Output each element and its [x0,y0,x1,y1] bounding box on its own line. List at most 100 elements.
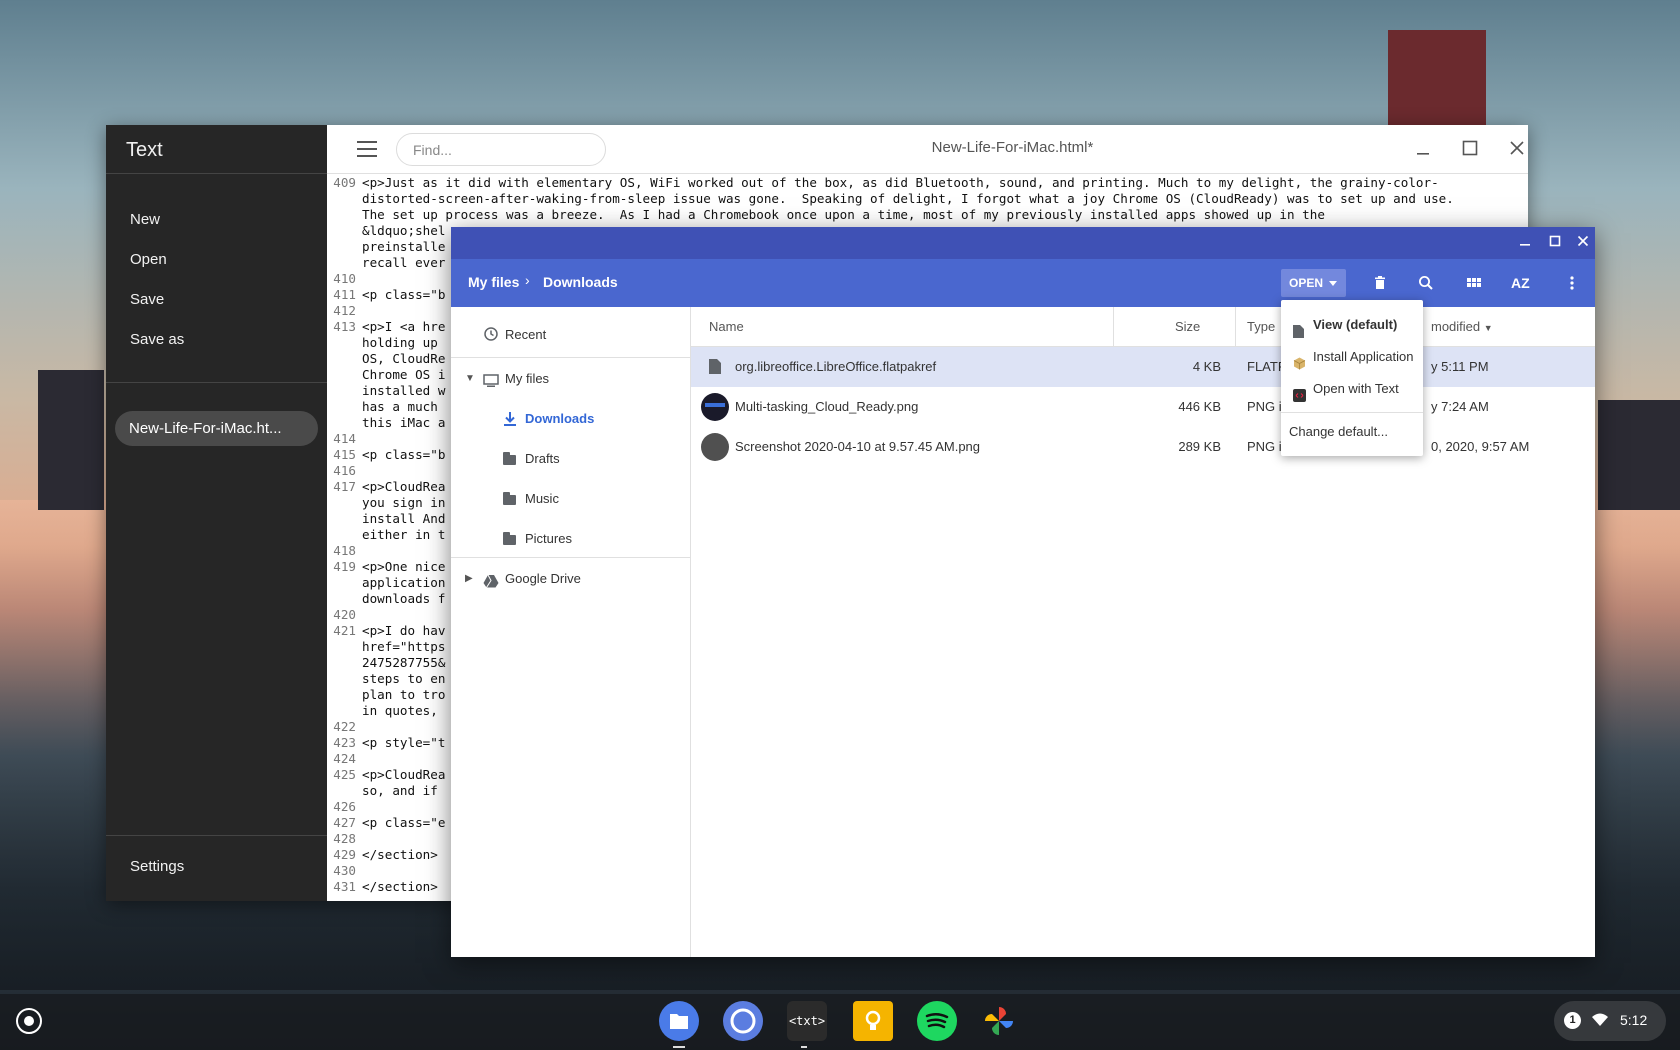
notification-count: 1 [1569,1014,1576,1026]
menu-save[interactable]: Save [106,280,327,320]
nav-divider [451,357,690,358]
delete-icon[interactable] [1369,272,1391,294]
files-titlebar [451,227,1595,259]
line-text: distorted-screen-after-waking-from-sleep… [362,191,1454,206]
grid-view-icon[interactable] [1463,272,1485,294]
menu-install-application[interactable]: Install Application [1281,342,1423,372]
line-number [327,255,362,271]
clock-icon [483,327,499,342]
line-text: <p class="b [362,447,446,462]
maximize-icon[interactable] [1456,135,1484,163]
files-icon[interactable] [659,1001,699,1041]
open-with-menu: View (default) Install Application Open … [1281,300,1423,456]
image-thumbnail [701,433,729,461]
column-name[interactable]: Name [709,319,744,334]
menu-change-default[interactable]: Change default... [1281,417,1423,447]
file-size: 4 KB [1192,359,1221,374]
line-text: <p class="b [362,287,446,302]
more-vert-icon[interactable] [1561,272,1583,294]
column-modified[interactable]: modified ▼ [1431,319,1493,334]
file-date: y 5:11 PM [1431,359,1489,374]
line-number [327,239,362,255]
running-indicator [801,1046,807,1048]
status-tray[interactable]: 1 5:12 [1554,1001,1666,1041]
expand-chevron-icon[interactable]: ▶ [465,567,473,591]
running-indicator [673,1046,685,1048]
computer-icon [483,372,499,396]
line-number: 415 [333,447,356,462]
line-number: 426 [333,799,356,814]
line-number [327,335,362,351]
column-divider[interactable] [1113,307,1114,347]
menu-view-default[interactable]: View (default) [1281,310,1423,340]
breadcrumb-downloads[interactable]: Downloads [543,274,618,290]
open-file-tab[interactable]: New-Life-For-iMac.ht... [115,411,318,446]
launcher-icon[interactable] [16,1008,42,1034]
line-number: 419 [333,559,356,574]
spotify-icon[interactable] [917,1001,957,1041]
menu-install-application-label: Install Application [1313,349,1414,364]
open-button[interactable]: OPEN [1281,269,1346,297]
sort-icon[interactable]: AZ [1511,272,1533,294]
line-text: &ldquo;shel [362,223,446,238]
line-text: in quotes, [362,703,446,718]
app-title: Text [106,125,327,174]
line-number: 431 [333,879,356,894]
notification-badge[interactable]: 1 [1564,1012,1581,1029]
keep-icon[interactable] [853,1001,893,1041]
file-row[interactable]: Multi-tasking_Cloud_Ready.png 446 KB PNG… [691,387,1595,427]
line-number: 413 [333,319,356,334]
find-input[interactable] [396,133,606,166]
file-name: org.libreoffice.LibreOffice.flatpakref [735,359,937,374]
folder-icon [503,532,516,545]
line-text: <p>CloudRea [362,479,446,494]
settings-button[interactable]: Settings [130,858,184,875]
file-list: Name Size Type modified ▼ org.libreoffic… [691,307,1595,957]
sort-label: AZ [1511,275,1530,291]
line-text: downloads f [362,591,446,606]
file-icon [1293,319,1305,338]
breadcrumb-my-files[interactable]: My files [468,274,519,290]
files-minimize-icon[interactable] [1513,231,1537,255]
file-row[interactable]: org.libreoffice.LibreOffice.flatpakref 4… [691,347,1595,387]
file-row[interactable]: Screenshot 2020-04-10 at 9.57.45 AM.png … [691,427,1595,467]
line-text: this iMac a [362,415,446,430]
line-text: you sign in [362,495,446,510]
files-maximize-icon[interactable] [1543,231,1567,255]
sidebar-divider [106,382,327,383]
hamburger-menu-icon[interactable] [357,141,377,157]
folder-icon [503,492,516,505]
line-number: 409 [333,175,356,190]
minimize-icon[interactable] [1409,135,1437,163]
line-text: </section> [362,847,438,862]
column-size[interactable]: Size [1175,319,1200,334]
line-text: plan to tro [362,687,446,702]
close-icon[interactable] [1503,135,1531,163]
text-app-glyph: <txt> [788,1014,826,1028]
menu-open[interactable]: Open [106,240,327,280]
line-text: has a much [362,399,446,414]
menu-new[interactable]: New [106,200,327,240]
line-number: 411 [333,287,356,302]
line-text: Chrome OS i [362,367,446,382]
text-icon[interactable]: <txt> [787,1001,827,1041]
text-menu: New Open Save Save as [106,174,327,360]
line-text: holding up [362,335,446,350]
nav-google-drive-label: Google Drive [505,571,581,586]
line-number [327,527,362,543]
menu-save-as[interactable]: Save as [106,320,327,360]
chromium-icon[interactable] [723,1001,763,1041]
breadcrumb-chevron-icon: › [525,272,530,288]
package-icon [1293,351,1306,370]
files-close-icon[interactable] [1571,231,1595,255]
column-type[interactable]: Type [1247,319,1275,334]
column-divider[interactable] [1235,307,1236,347]
line-number: 418 [333,543,356,558]
line-text: steps to en [362,671,446,686]
line-number [327,495,362,511]
expand-chevron-icon[interactable]: ▼ [465,367,475,391]
menu-open-with-text[interactable]: Open with Text [1281,374,1423,404]
photos-icon[interactable] [979,1001,1019,1041]
search-icon[interactable] [1415,272,1437,294]
line-number [327,655,362,671]
